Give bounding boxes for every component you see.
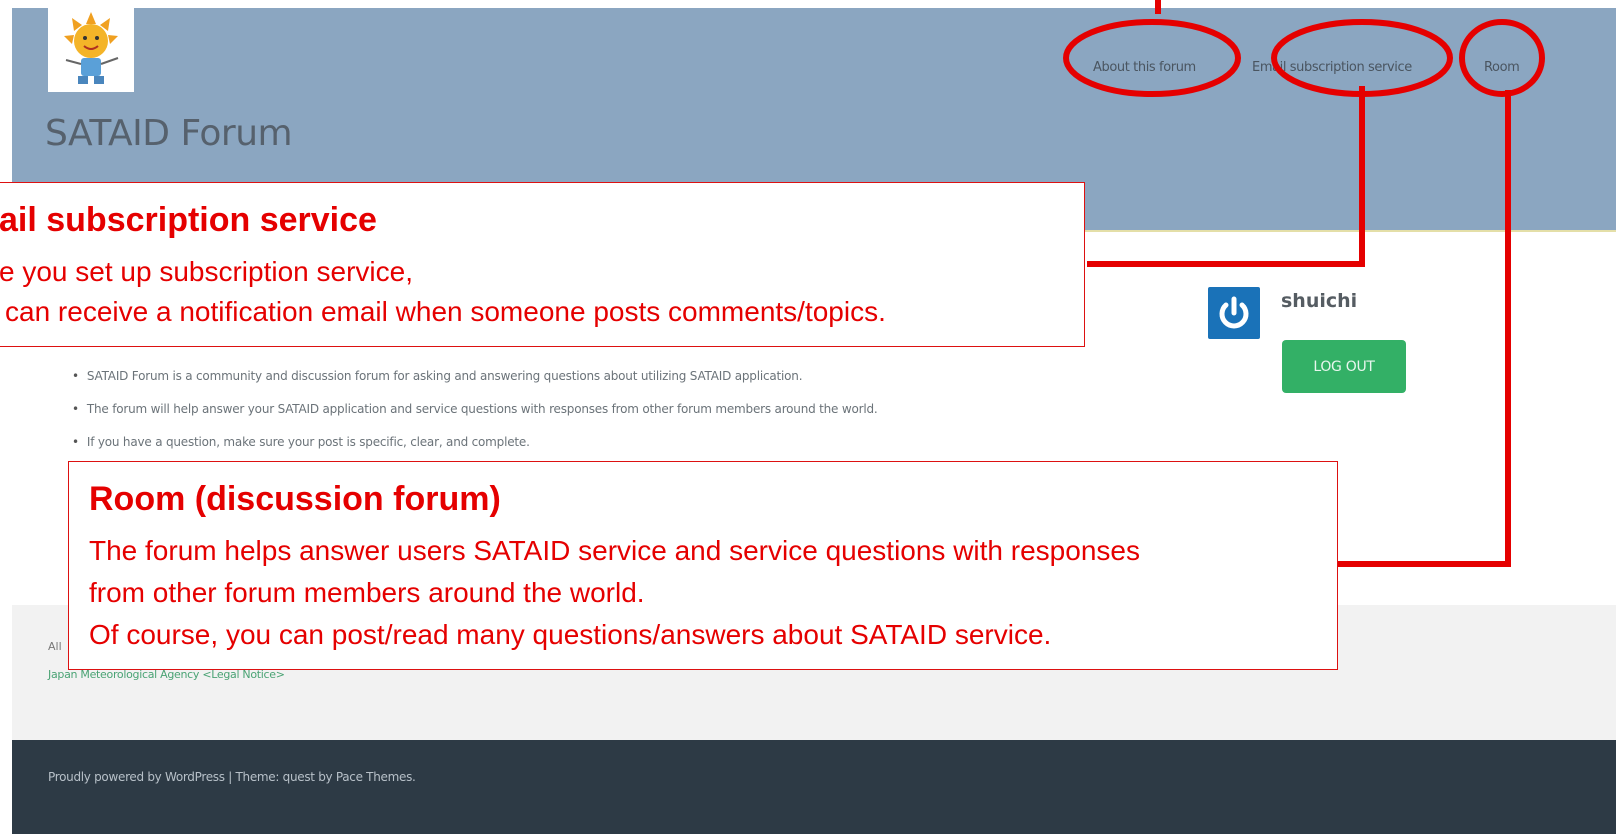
room-callout-title: Room (discussion forum) [89,480,501,518]
connector-email [1087,86,1365,267]
room-callout-line: from other forum members around the worl… [89,577,645,608]
highlight-email-ellipse [1271,19,1453,97]
highlight-about-ellipse [1063,19,1241,97]
email-callout-line: can receive a notification email when so… [5,296,886,327]
room-callout: Room (discussion forum) The forum helps … [68,461,1338,670]
room-callout-line: The forum helps answer users SATAID serv… [89,535,1140,566]
email-callout-title: ail subscription service [0,201,377,239]
annotation-overlay [1063,0,1545,567]
room-callout-line: Of course, you can post/read many questi… [89,619,1052,650]
highlight-room-ellipse [1459,19,1545,97]
email-callout-line: e you set up subscription service, [0,256,413,287]
email-callout: ail subscription service e you set up su… [0,182,1085,347]
